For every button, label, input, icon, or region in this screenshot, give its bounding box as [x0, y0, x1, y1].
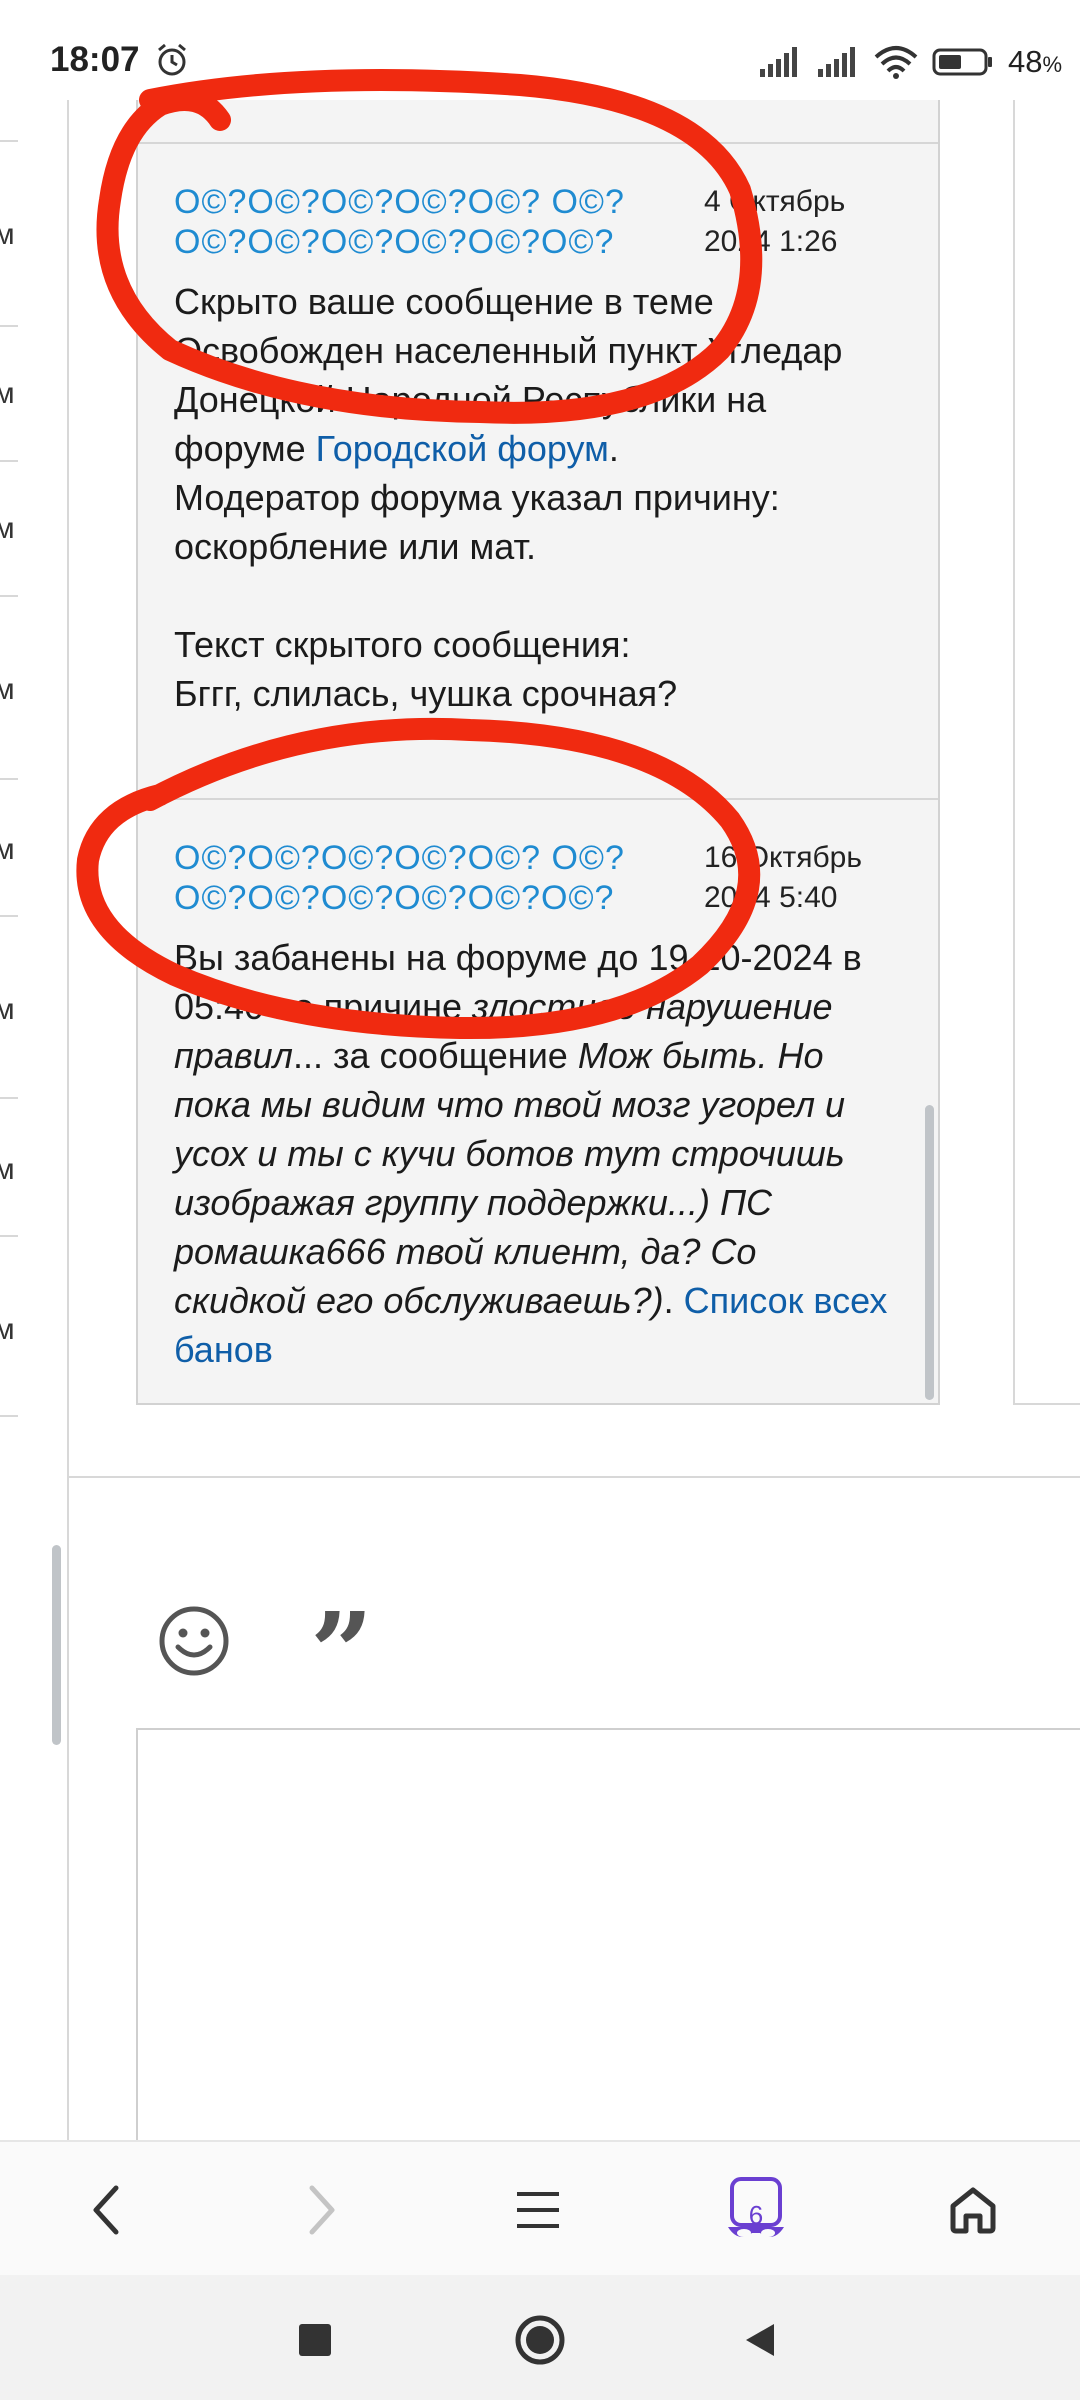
status-bar: 18:07 48% — [0, 0, 1080, 100]
sidebar-divider — [0, 1097, 18, 1099]
home-system-button[interactable] — [505, 2305, 575, 2375]
forward-button[interactable] — [274, 2162, 370, 2258]
message-input[interactable] — [136, 1728, 1080, 2152]
signal-icon — [759, 47, 797, 77]
battery-icon — [932, 48, 992, 76]
tabs-count: 6 — [748, 2200, 764, 2230]
sidebar-divider — [0, 460, 18, 462]
right-column-edge — [1013, 1403, 1080, 1405]
section-divider — [67, 1476, 1080, 1478]
sidebar-divider — [0, 325, 18, 327]
sidebar-item-label[interactable]: м — [0, 1153, 15, 1187]
wifi-icon — [874, 46, 918, 79]
message-body: Скрыто ваше сообщение в теме Освобожден … — [174, 281, 843, 714]
left-sidebar: м м м м м м м м — [0, 100, 69, 2140]
forum-link[interactable]: Городской форум — [316, 428, 609, 469]
sidebar-divider — [0, 1235, 18, 1237]
quote-icon[interactable]: ” — [310, 1598, 380, 1708]
triangle-back-icon — [746, 2324, 774, 2356]
menu-button[interactable] — [490, 2162, 586, 2258]
messages-panel: О©?О©?О©?О©?О©? О©? О©?О©?О©?О©?О©?О©? 4… — [136, 100, 940, 1405]
chevron-left-icon — [93, 2185, 119, 2235]
message-body: Вы забанены на форуме до 19-10-2024 в 05… — [174, 937, 888, 1370]
home-icon — [950, 2187, 996, 2234]
sidebar-item-label[interactable]: м — [0, 1313, 15, 1347]
sidebar-divider — [0, 1415, 18, 1417]
sidebar-divider — [0, 595, 18, 597]
sidebar-item-label[interactable]: м — [0, 377, 15, 411]
sidebar-item-label[interactable]: м — [0, 512, 15, 546]
sidebar-item-label[interactable]: м — [0, 833, 15, 867]
chevron-right-icon — [309, 2185, 335, 2235]
sidebar-divider — [0, 915, 18, 917]
square-icon — [299, 2324, 331, 2356]
message-item: О©?О©?О©?О©?О©? О©? О©?О©?О©?О©?О©?О©? 1… — [174, 838, 894, 1374]
page-scrollbar[interactable] — [52, 1545, 61, 1745]
alarm-icon — [158, 43, 186, 76]
message-item: О©?О©?О©?О©?О©? О©? О©?О©?О©?О©?О©?О©? 4… — [174, 182, 894, 718]
home-button[interactable] — [925, 2162, 1021, 2258]
message-separator — [138, 142, 938, 144]
message-date: 4 Октябрь 2024 1:26 — [704, 185, 846, 258]
message-sender[interactable]: О©?О©?О©?О©?О©? О©? О©?О©?О©?О©?О©?О©? — [174, 838, 694, 918]
menu-icon — [517, 2192, 559, 2228]
message-sender[interactable]: О©?О©?О©?О©?О©? О©? О©?О©?О©?О©?О©?О©? — [174, 182, 694, 262]
panel-scrollbar[interactable] — [925, 1105, 934, 1400]
tabs-button[interactable]: 6 — [708, 2162, 804, 2258]
sidebar-item-label[interactable]: м — [0, 218, 15, 252]
right-column-edge — [1013, 100, 1080, 1405]
back-button[interactable] — [58, 2162, 154, 2258]
sidebar-divider — [0, 140, 18, 142]
message-date: 16 Октябрь 2024 5:40 — [704, 841, 862, 914]
smiley-icon[interactable] — [158, 1605, 230, 1677]
sidebar-item-label[interactable]: м — [0, 673, 15, 707]
sidebar-item-label[interactable]: м — [0, 993, 15, 1027]
circle-icon — [515, 2315, 565, 2365]
message-separator — [138, 798, 938, 800]
browser-toolbar: 6 — [0, 2140, 1080, 2277]
status-time: 18:07 — [50, 40, 140, 79]
back-system-button[interactable] — [725, 2305, 795, 2375]
system-navigation-bar — [0, 2275, 1080, 2400]
sidebar-divider — [0, 778, 18, 780]
battery-percent: 48% — [1007, 44, 1062, 79]
signal-icon-2 — [817, 47, 855, 77]
recent-apps-button[interactable] — [280, 2305, 350, 2375]
